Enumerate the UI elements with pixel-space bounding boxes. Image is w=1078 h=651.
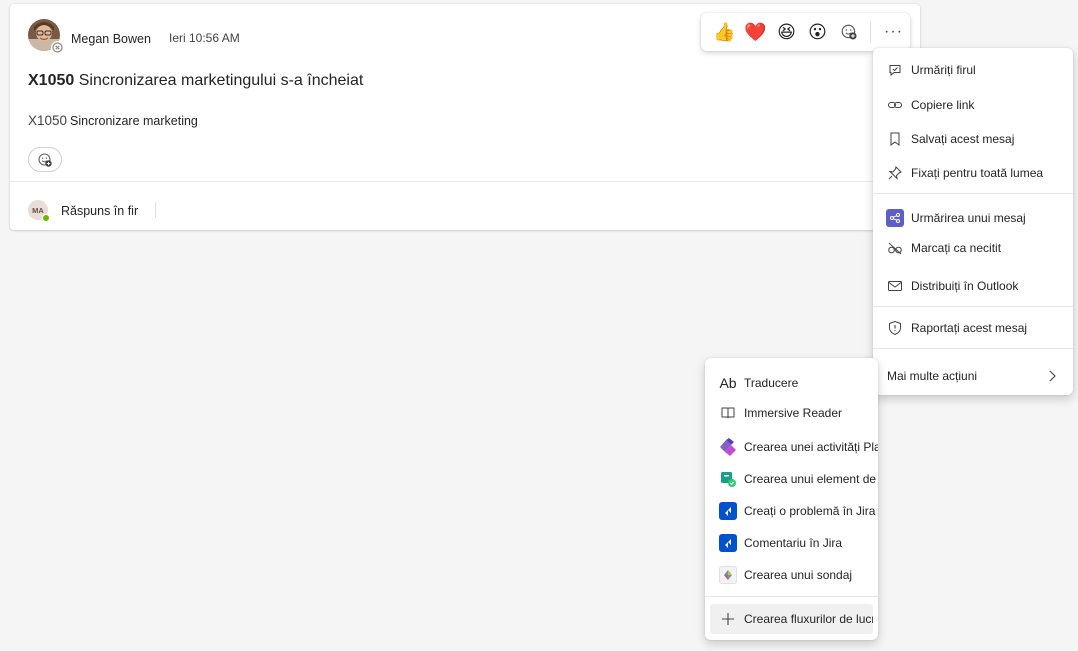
menu-item-more-actions[interactable]: Mai multe acțiuni: [873, 361, 1073, 391]
reply-avatar: MA: [28, 200, 50, 222]
menu-item-label: Fixați pentru toată lumea: [911, 166, 1044, 180]
shield-icon: [885, 318, 905, 338]
menu-item-share-outlook[interactable]: Distribuiți în Outlook: [873, 271, 1073, 301]
message-title-id: X1050: [28, 72, 75, 89]
menu-item-report-message[interactable]: Raportați acest mesaj: [873, 313, 1073, 343]
like-reaction-icon[interactable]: 👍: [709, 17, 740, 47]
menu-separator: [705, 596, 878, 597]
jira-icon: [718, 533, 738, 553]
reply-in-thread-button[interactable]: Răspuns în fir: [61, 204, 138, 218]
menu-item-pin-for-everyone[interactable]: Fixați pentru toată lumea: [873, 158, 1073, 188]
follow-thread-icon: [885, 60, 905, 80]
more-options-button[interactable]: ···: [877, 17, 910, 47]
menu-item-label: Urmărirea unui mesaj: [911, 211, 1026, 225]
submenu-item-jira-comment[interactable]: Comentariu în Jira: [705, 528, 878, 558]
bookmark-icon: [885, 129, 905, 149]
message-body-id: X1050: [28, 113, 68, 128]
menu-item-copy-link[interactable]: Copiere link: [873, 90, 1073, 120]
message-body-text: Sincronizare marketing: [70, 114, 198, 128]
submenu-item-work-item[interactable]: Crearea unui element de lucru: [705, 464, 878, 494]
menu-item-save-message[interactable]: Salvați acest mesaj: [873, 124, 1073, 154]
menu-item-label: Raportați acest mesaj: [911, 321, 1028, 335]
message-timestamp: Ieri 10:56 AM: [169, 31, 240, 45]
more-reactions-button[interactable]: [833, 17, 864, 47]
chevron-right-icon: [1045, 368, 1059, 387]
emoji-add-icon: [38, 152, 52, 167]
menu-item-mark-unread[interactable]: Marcați ca necitit: [873, 233, 1073, 263]
translate-icon: Ab: [719, 375, 737, 391]
menu-item-label: Crearea unui element de lucru: [744, 472, 878, 486]
avatar[interactable]: [28, 19, 64, 54]
emoji-add-icon: [841, 24, 857, 40]
mail-icon: [885, 276, 905, 296]
immersive-reader-icon: [718, 403, 738, 423]
message-body: X1050 Sincronizare marketing: [28, 113, 198, 128]
work-item-icon: [718, 469, 738, 489]
menu-separator: [873, 306, 1073, 307]
plus-icon: [718, 609, 738, 629]
menu-item-label: Crearea fluxurilor de lucru: [744, 612, 873, 626]
submenu-item-create-workflows[interactable]: Crearea fluxurilor de lucru: [710, 604, 873, 634]
message-title: X1050 Sincronizarea marketingului s-a în…: [28, 72, 363, 90]
laugh-reaction-icon[interactable]: 😆: [771, 17, 802, 47]
menu-item-label: Urmăriți firul: [911, 63, 976, 77]
message-title-text: Sincronizarea marketingului s-a încheiat: [78, 72, 364, 89]
menu-item-label: Mai multe acțiuni: [887, 369, 978, 383]
menu-separator: [873, 348, 1073, 349]
heart-reaction-icon[interactable]: ❤️: [740, 17, 771, 47]
surprised-reaction-icon[interactable]: 😮: [802, 17, 833, 47]
submenu-item-jira-issue[interactable]: Creați o problemă în Jira: [705, 496, 878, 526]
menu-item-label: Distribuiți în Outlook: [911, 279, 1019, 293]
menu-item-label: Crearea unui sondaj: [744, 568, 853, 582]
menu-item-label: Traducere: [744, 376, 799, 390]
link-icon: [885, 95, 905, 115]
menu-item-label: Salvați acest mesaj: [911, 132, 1015, 146]
submenu-item-translate[interactable]: Ab Traducere: [705, 368, 878, 398]
submenu-item-planner-task[interactable]: Crearea unei activități Planner: [705, 432, 878, 462]
reaction-bar: 👍 ❤️ 😆 😮 ···: [701, 13, 910, 51]
menu-item-label: Copiere link: [911, 98, 975, 112]
share-app-icon: [885, 208, 905, 228]
reply-separator: [155, 202, 156, 218]
author-name[interactable]: Megan Bowen: [71, 32, 151, 46]
submenu-item-poll[interactable]: Crearea unui sondaj: [705, 560, 878, 590]
menu-item-track-message[interactable]: Urmărirea unui mesaj: [873, 203, 1073, 233]
reply-avatar-initials: MA: [32, 205, 44, 215]
menu-separator: [873, 193, 1073, 194]
jira-icon: [718, 501, 738, 521]
message-actions-menu: Urmăriți firul Copiere link Salvați aces…: [873, 48, 1073, 395]
planner-icon: [718, 437, 738, 457]
unread-icon: [885, 238, 905, 258]
status-available-icon: [42, 214, 50, 222]
forms-icon: [718, 565, 738, 585]
status-away-icon: [51, 41, 64, 54]
menu-item-label: Immersive Reader: [744, 406, 843, 420]
pin-icon: [885, 163, 905, 183]
menu-item-follow-thread[interactable]: Urmăriți firul: [873, 55, 1073, 85]
menu-item-label: Marcați ca necitit: [911, 241, 1002, 255]
card-divider: [10, 181, 920, 182]
reaction-bar-separator: [870, 21, 872, 43]
menu-item-label: Crearea unei activități Planner: [744, 440, 878, 454]
more-actions-submenu: Ab Traducere Immersive Reader Crearea un…: [705, 358, 878, 640]
menu-item-label: Creați o problemă în Jira: [744, 504, 876, 518]
submenu-item-immersive-reader[interactable]: Immersive Reader: [705, 398, 878, 428]
menu-item-label: Comentariu în Jira: [744, 536, 843, 550]
add-reaction-button[interactable]: [28, 147, 62, 172]
